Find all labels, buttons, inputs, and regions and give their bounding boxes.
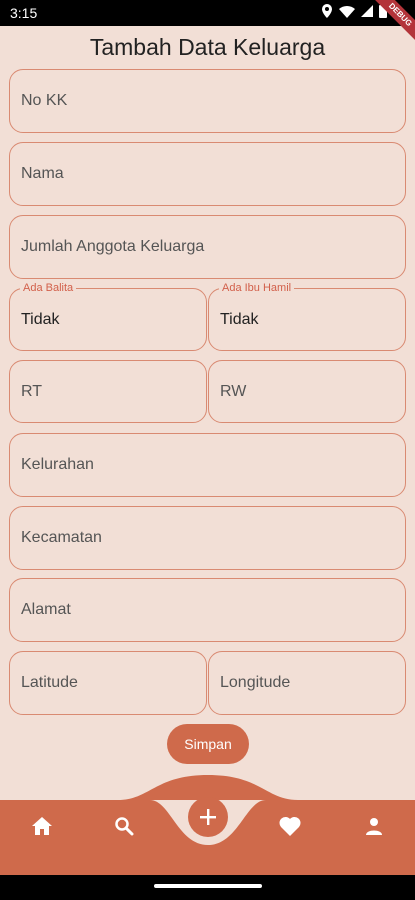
ada-balita-value: Tidak [21,310,60,328]
latitude-field[interactable]: Latitude [9,651,207,715]
ada-ibu-hamil-label: Ada Ibu Hamil [219,281,295,295]
page-title: Tambah Data Keluarga [89,34,326,60]
kelurahan-placeholder: Kelurahan [21,456,94,473]
jumlah-anggota-field[interactable]: Jumlah Anggota Keluarga [9,215,406,279]
rt-placeholder: RT [21,382,43,400]
add-icon[interactable] [188,797,228,837]
simpan-button[interactable]: Simpan [167,724,249,764]
longitude-placeholder: Longitude [220,674,291,691]
nama-field[interactable]: Nama [9,142,406,206]
wifi-icon [339,5,355,18]
signal-icon [361,5,373,17]
heart-icon[interactable] [278,814,302,838]
rt-field[interactable]: RT [9,360,207,423]
ada-ibu-hamil-value: Tidak [220,310,259,328]
status-time: 3:15 [10,5,38,21]
home-indicator[interactable] [154,884,262,888]
longitude-field[interactable]: Longitude [208,651,406,715]
kecamatan-placeholder: Kecamatan [21,529,102,546]
location-icon [322,4,332,18]
latitude-placeholder: Latitude [21,674,78,691]
no-kk-placeholder: No KK [21,92,68,109]
home-icon[interactable] [30,814,54,838]
person-icon[interactable] [362,814,386,838]
rw-placeholder: RW [220,382,247,400]
jumlah-anggota-placeholder: Jumlah Anggota Keluarga [21,238,205,255]
alamat-field[interactable]: Alamat [9,578,406,642]
search-icon[interactable] [112,814,136,838]
ada-balita-dropdown[interactable]: Ada Balita Tidak [9,281,207,351]
status-icons [321,4,387,18]
no-kk-field[interactable]: No KK [9,69,406,133]
alamat-placeholder: Alamat [21,601,71,618]
kelurahan-field[interactable]: Kelurahan [9,433,406,497]
ada-ibu-hamil-dropdown[interactable]: Ada Ibu Hamil Tidak [208,281,406,351]
nama-placeholder: Nama [21,165,64,182]
rw-field[interactable]: RW [208,360,406,423]
ada-balita-label: Ada Balita [20,281,77,295]
status-bar: 3:15 [0,0,415,26]
kecamatan-field[interactable]: Kecamatan [9,506,406,570]
